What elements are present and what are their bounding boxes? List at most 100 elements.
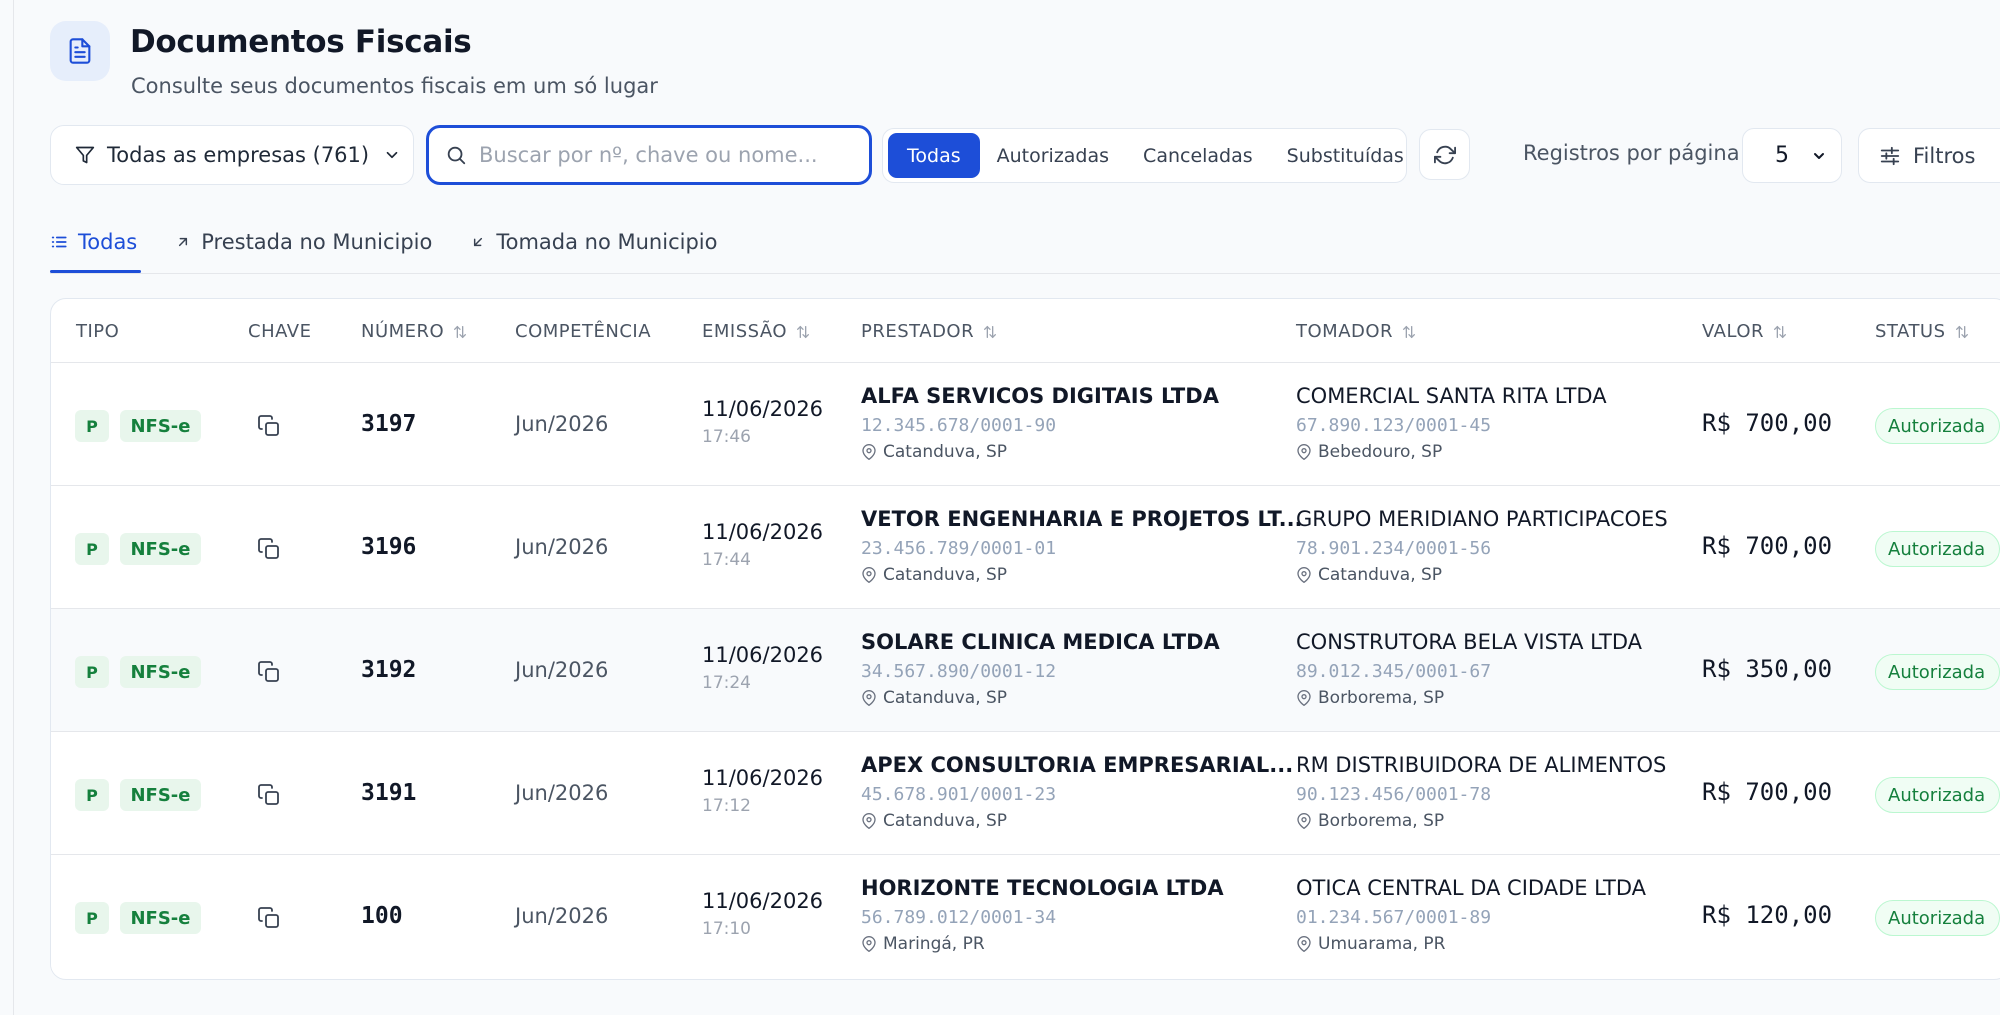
valor: R$ 350,00 [1702, 655, 1833, 683]
emissao-time: 17:12 [702, 796, 751, 816]
table-row[interactable]: P NFS-e 3197 Jun/2026 11/06/2026 17:46 A… [51, 363, 2000, 486]
tomador-name: OTICA CENTRAL DA CIDADE LTDA [1296, 876, 1646, 900]
tomador-location: Bebedouro, SP [1296, 442, 1442, 462]
tomador-cnpj: 89.012.345/0001-67 [1296, 661, 1492, 682]
status-badge: Autorizada [1875, 777, 2000, 813]
column-header-tomador[interactable]: TOMADOR [1296, 321, 1417, 342]
copy-key-icon[interactable] [257, 906, 281, 930]
list-icon [51, 236, 67, 248]
tab-label: Tomada no Municipio [496, 230, 718, 254]
table-row[interactable]: P NFS-e 3192 Jun/2026 11/06/2026 17:24 S… [51, 609, 2000, 732]
tabs-divider [50, 273, 2000, 274]
table-header: TIPO CHAVE NÚMERO COMPETÊNCIA EMISSÃO PR… [51, 299, 2000, 363]
sort-icon [1955, 325, 1968, 338]
tomador-cnpj: 67.890.123/0001-45 [1296, 415, 1492, 436]
emissao-time: 17:10 [702, 919, 751, 939]
tab-label: Prestada no Municipio [201, 230, 433, 254]
copy-key-icon[interactable] [257, 537, 281, 561]
emissao-date: 11/06/2026 [702, 766, 824, 790]
map-pin-icon [862, 444, 876, 460]
status-option-todas[interactable]: Todas [888, 133, 980, 178]
prestador-name: HORIZONTE TECNOLOGIA LTDA [861, 876, 1224, 900]
prestador-location: Catanduva, SP [861, 442, 1007, 462]
tipo-badge: P [75, 533, 109, 565]
document-type-badge: NFS-e [120, 656, 201, 688]
prestador-name: SOLARE CLINICA MEDICA LTDA [861, 630, 1220, 654]
status-option-substituidas[interactable]: Substituídas [1270, 133, 1421, 178]
copy-key-icon[interactable] [257, 783, 281, 807]
document-icon [50, 21, 110, 81]
prestador-cnpj: 45.678.901/0001-23 [861, 784, 1057, 805]
per-page-value: 5 [1775, 143, 1789, 168]
company-filter-dropdown[interactable]: Todas as empresas (761) [50, 125, 414, 185]
competencia: Jun/2026 [515, 412, 609, 436]
tab-prestada[interactable]: Prestada no Municipio [175, 222, 432, 262]
table-row[interactable]: P NFS-e 3196 Jun/2026 11/06/2026 17:44 V… [51, 486, 2000, 609]
refresh-button[interactable] [1419, 129, 1470, 180]
competencia: Jun/2026 [515, 535, 609, 559]
status-option-autorizadas[interactable]: Autorizadas [980, 133, 1126, 178]
filters-button[interactable]: Filtros [1858, 128, 2000, 183]
filters-label: Filtros [1913, 143, 1976, 168]
copy-key-icon[interactable] [257, 660, 281, 684]
map-pin-icon [1297, 567, 1311, 583]
tomador-name: RM DISTRIBUIDORA DE ALIMENTOS [1296, 753, 1667, 777]
sort-icon [984, 325, 997, 338]
table-row[interactable]: P NFS-e 100 Jun/2026 11/06/2026 17:10 HO… [51, 855, 2000, 978]
company-filter-label: Todas as empresas (761) [107, 143, 370, 167]
competencia: Jun/2026 [515, 781, 609, 805]
tab-tomada[interactable]: Tomada no Municipio [470, 222, 717, 262]
column-header-emissao[interactable]: EMISSÃO [702, 321, 811, 342]
table-row[interactable]: P NFS-e 3191 Jun/2026 11/06/2026 17:12 A… [51, 732, 2000, 855]
emissao-time: 17:24 [702, 673, 751, 693]
status-badge: Autorizada [1875, 408, 2000, 444]
document-type-badge: NFS-e [120, 410, 201, 442]
tomador-location: Catanduva, SP [1296, 565, 1442, 585]
column-header-numero[interactable]: NÚMERO [361, 321, 468, 342]
map-pin-icon [862, 813, 876, 829]
map-pin-icon [862, 567, 876, 583]
tomador-cnpj: 78.901.234/0001-56 [1296, 538, 1492, 559]
column-header-valor[interactable]: VALOR [1702, 321, 1788, 342]
prestador-name: APEX CONSULTORIA EMPRESARIAL... [861, 753, 1294, 777]
document-type-badge: NFS-e [120, 779, 201, 811]
prestador-name: VETOR ENGENHARIA E PROJETOS LT... [861, 507, 1303, 531]
column-header-prestador[interactable]: PRESTADOR [861, 321, 998, 342]
arrow-up-right-icon [179, 237, 188, 247]
search-input[interactable] [479, 143, 859, 167]
map-pin-icon [862, 936, 876, 952]
column-header-tipo: TIPO [76, 321, 120, 342]
status-option-canceladas[interactable]: Canceladas [1126, 133, 1270, 178]
emissao-date: 11/06/2026 [702, 520, 824, 544]
sort-icon [1774, 325, 1787, 338]
map-pin-icon [862, 690, 876, 706]
tabs: Todas Prestada no Municipio Tomada no Mu… [50, 222, 755, 274]
prestador-name: ALFA SERVICOS DIGITAIS LTDA [861, 384, 1219, 408]
column-header-chave: CHAVE [248, 321, 312, 342]
prestador-cnpj: 34.567.890/0001-12 [861, 661, 1057, 682]
tipo-badge: P [75, 410, 109, 442]
tomador-name: GRUPO MERIDIANO PARTICIPACOES [1296, 507, 1668, 531]
filter-icon [75, 146, 95, 164]
sliders-icon [1880, 146, 1900, 165]
tipo-badge: P [75, 656, 109, 688]
page: Documentos Fiscais Consulte seus documen… [0, 0, 2000, 1015]
per-page-label: Registros por página [1523, 141, 1740, 165]
search-box[interactable] [426, 125, 872, 185]
tomador-name: COMERCIAL SANTA RITA LTDA [1296, 384, 1607, 408]
tipo-badge: P [75, 779, 109, 811]
tomador-name: CONSTRUTORA BELA VISTA LTDA [1296, 630, 1642, 654]
tab-label: Todas [78, 230, 138, 254]
status-badge: Autorizada [1875, 900, 2000, 936]
chevron-down-icon [386, 151, 398, 159]
page-title: Documentos Fiscais [130, 24, 472, 60]
copy-key-icon[interactable] [257, 414, 281, 438]
map-pin-icon [1297, 936, 1311, 952]
tomador-cnpj: 90.123.456/0001-78 [1296, 784, 1492, 805]
sidebar-border [13, 0, 14, 1015]
tomador-location: Borborema, SP [1296, 688, 1444, 708]
per-page-select[interactable]: 5 [1742, 128, 1842, 183]
tab-todas[interactable]: Todas [50, 222, 137, 262]
sort-icon [797, 325, 810, 338]
column-header-status[interactable]: STATUS [1875, 321, 1970, 342]
